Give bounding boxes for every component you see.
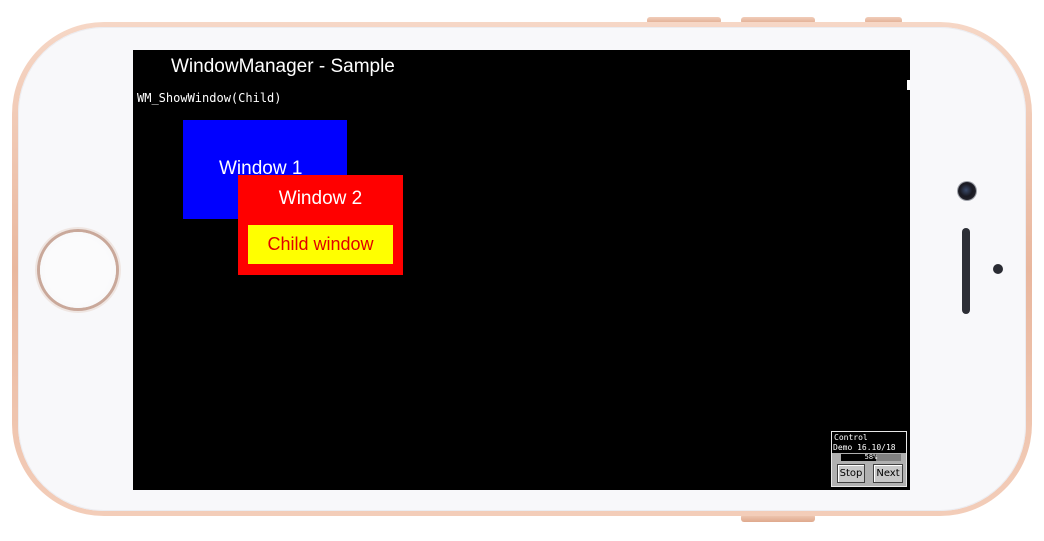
proximity-sensor	[993, 264, 1003, 274]
window-2[interactable]: Window 2 Child window	[238, 175, 403, 275]
device-stage: WindowManager - Sample WM_ShowWindow(Chi…	[0, 0, 1044, 541]
next-button[interactable]: Next	[873, 464, 903, 483]
control-panel[interactable]: Control Demo 16.10/18 58% Stop Next	[831, 431, 907, 487]
device-screen: WindowManager - Sample WM_ShowWindow(Chi…	[133, 50, 910, 490]
window-2-label: Window 2	[278, 188, 363, 209]
stop-button[interactable]: Stop	[837, 464, 865, 483]
app-subtitle: WM_ShowWindow(Child)	[137, 91, 282, 105]
child-window[interactable]: Child window	[248, 225, 393, 264]
demo-progress-bar: 58%	[841, 453, 901, 461]
child-window-label: Child window	[267, 234, 374, 254]
earpiece-speaker	[962, 228, 970, 314]
app-title: WindowManager - Sample	[171, 56, 395, 77]
progress-label: 58%	[864, 453, 878, 461]
home-button[interactable]	[40, 232, 116, 308]
demo-info: Demo 16.10/18	[832, 443, 906, 453]
front-camera-icon	[958, 182, 976, 200]
edge-marker	[907, 80, 910, 90]
control-panel-title: Control	[832, 432, 906, 443]
